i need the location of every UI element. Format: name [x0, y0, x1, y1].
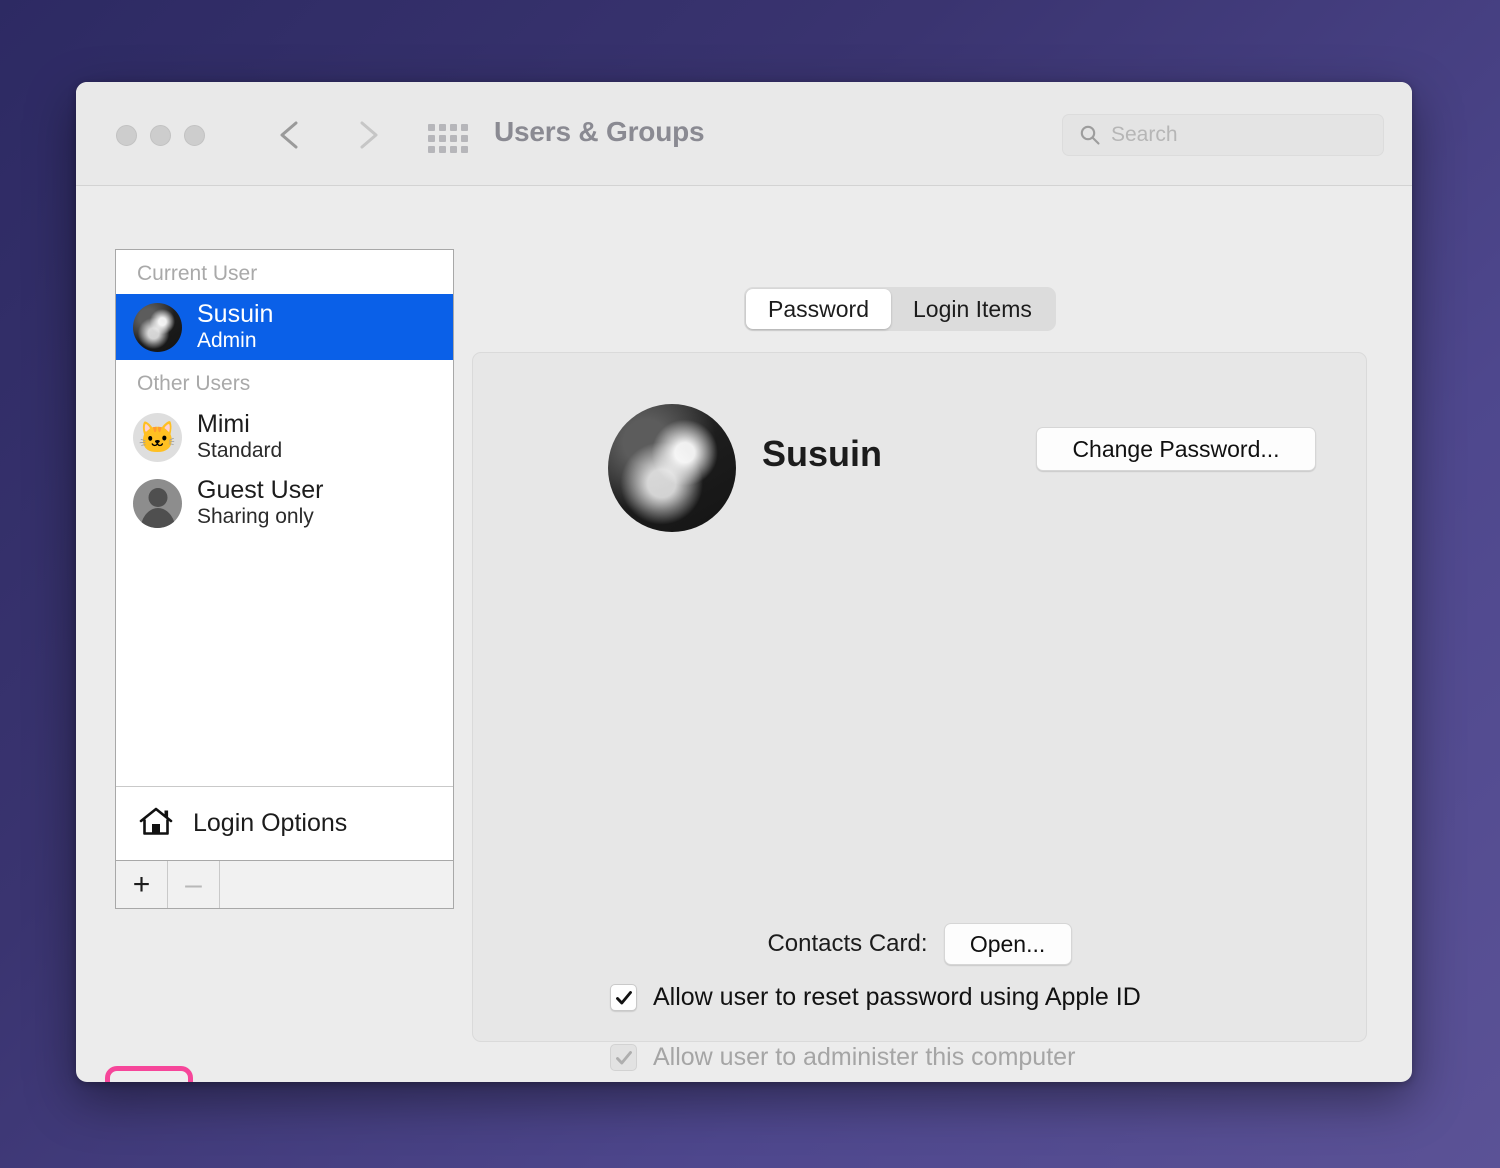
avatar-guest — [133, 478, 182, 528]
search-input[interactable]: Search — [1062, 114, 1384, 156]
user-name: Guest User — [197, 476, 324, 505]
window-content: Current User Susuin Admin Other Users 🐱 … — [76, 186, 1412, 1082]
user-role: Admin — [197, 329, 257, 353]
show-all-icon[interactable] — [428, 124, 474, 153]
avatar-susuin — [133, 302, 182, 352]
group-header-other-users: Other Users — [137, 372, 251, 395]
user-name: Susuin — [197, 300, 274, 329]
login-options-label: Login Options — [193, 809, 348, 837]
tab-bar: Password Login Items — [744, 287, 1056, 331]
checkbox-label: Allow user to reset password using Apple… — [653, 983, 1141, 1011]
sidebar-item-mimi[interactable]: 🐱 Mimi Standard — [116, 404, 453, 470]
contacts-open-button[interactable]: Open... — [943, 923, 1072, 965]
checkbox-reset-password-apple-id[interactable] — [610, 984, 637, 1011]
checkbox-label: Allow user to administer this computer — [653, 1043, 1076, 1071]
search-placeholder: Search — [1111, 123, 1178, 146]
user-display-name: Susuin — [762, 433, 883, 474]
add-user-button[interactable]: + — [116, 861, 168, 908]
user-avatar-large[interactable] — [608, 404, 736, 532]
users-list: Current User Susuin Admin Other Users 🐱 … — [115, 249, 454, 909]
sidebar-item-susuin[interactable]: Susuin Admin — [116, 294, 453, 360]
window-titlebar: Users & Groups Search — [76, 82, 1412, 186]
close-button[interactable] — [116, 125, 137, 146]
user-role: Sharing only — [197, 505, 314, 529]
user-name: Mimi — [197, 410, 250, 439]
checkbox-row-reset-password[interactable]: Allow user to reset password using Apple… — [610, 983, 1141, 1012]
change-password-button[interactable]: Change Password... — [1036, 427, 1316, 471]
back-chevron-icon[interactable] — [274, 116, 308, 154]
contacts-card-row: Contacts Card: Open... — [473, 923, 1366, 965]
system-preferences-window: Users & Groups Search Current User Susui… — [76, 82, 1412, 1082]
tab-password[interactable]: Password — [746, 289, 891, 329]
sidebar-item-guest-user[interactable]: Guest User Sharing only — [116, 470, 453, 536]
remove-user-button: – — [168, 861, 220, 908]
sidebar-empty-space — [116, 536, 453, 786]
group-header-current-user: Current User — [137, 262, 258, 285]
checkbox-administer-computer — [610, 1044, 637, 1071]
lock-highlight-annotation — [105, 1066, 193, 1082]
avatar-mimi: 🐱 — [133, 412, 182, 462]
user-role: Standard — [197, 439, 283, 463]
password-panel: Susuin Change Password... Contacts Card:… — [472, 352, 1367, 1071]
users-list-toolbar: + – — [116, 860, 453, 908]
sidebar-item-login-options[interactable]: Login Options — [116, 786, 453, 860]
page-title: Users & Groups — [494, 116, 705, 147]
toolbar-filler — [220, 861, 453, 908]
forward-chevron-icon[interactable] — [350, 116, 384, 154]
tab-login-items[interactable]: Login Items — [891, 289, 1054, 329]
checkbox-row-administer-computer: Allow user to administer this computer — [610, 1043, 1075, 1072]
maximize-button[interactable] — [184, 125, 205, 146]
minimize-button[interactable] — [150, 125, 171, 146]
search-icon — [1079, 124, 1101, 146]
home-icon — [138, 805, 174, 842]
contacts-card-label: Contacts Card: — [767, 930, 928, 957]
